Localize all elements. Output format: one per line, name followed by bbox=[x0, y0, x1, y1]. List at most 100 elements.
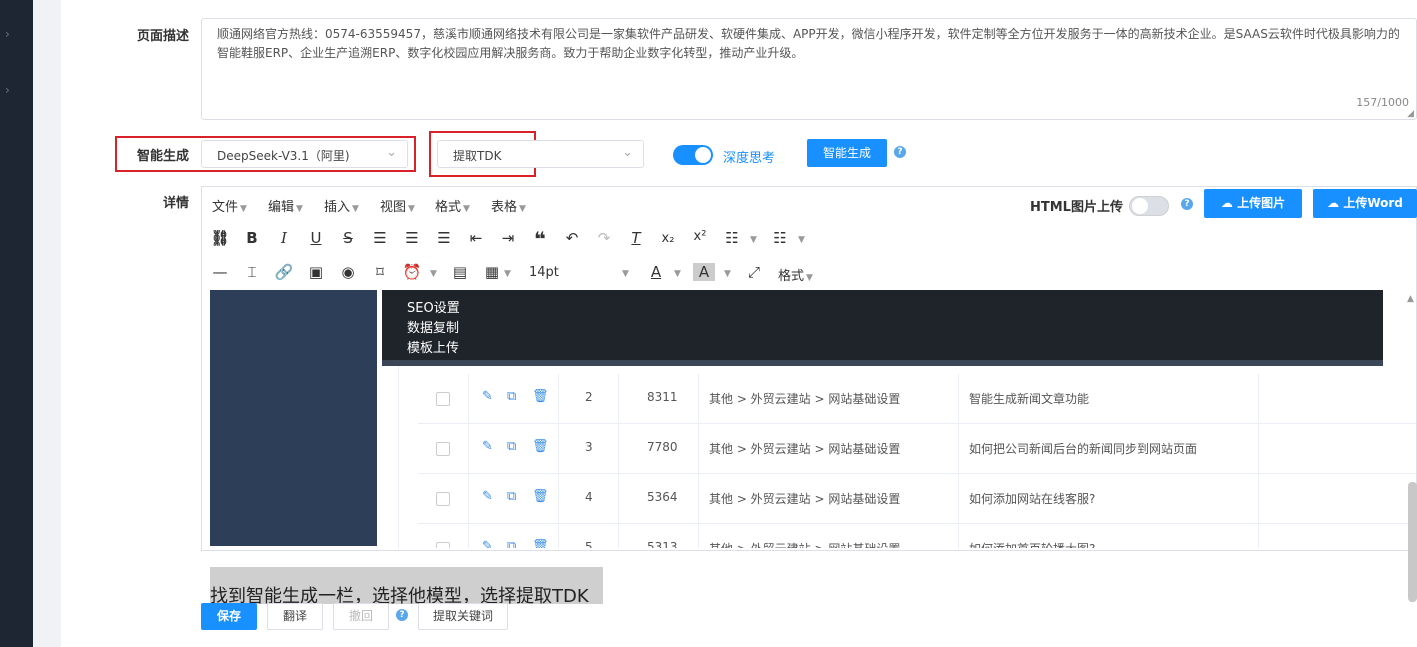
row-checkbox bbox=[436, 542, 450, 548]
menu-view[interactable]: 视图 ▼ bbox=[380, 196, 415, 215]
scroll-up-icon[interactable]: ▲ bbox=[1407, 294, 1414, 304]
row-id: 8311 bbox=[647, 390, 678, 404]
delete-icon: 🗑 bbox=[532, 539, 549, 548]
cloud-upload-icon: ☁ bbox=[1327, 196, 1340, 210]
table-row: ✎ ⧉ 🗑 5 5313 其他 > 外贸云建站 > 网站基础设置 如何添加首页轮… bbox=[418, 524, 1416, 548]
deep-think-label[interactable]: 深度思考 bbox=[723, 147, 775, 166]
row-number: 2 bbox=[585, 390, 593, 404]
help-icon[interactable]: ? bbox=[894, 146, 906, 158]
upload-image-button[interactable]: ☁ 上传图片 bbox=[1204, 189, 1302, 218]
horizontal-rule-icon[interactable]: — bbox=[209, 263, 231, 281]
menu-file[interactable]: 文件 ▼ bbox=[212, 196, 247, 215]
chevron-down-icon[interactable]: ▼ bbox=[430, 269, 437, 279]
row-category: 其他 > 外贸云建站 > 网站基础设置 bbox=[709, 392, 901, 406]
embedded-screenshot-sidebar bbox=[210, 290, 377, 546]
chevron-down-icon[interactable]: ▼ bbox=[622, 269, 629, 279]
superscript-icon[interactable]: x² bbox=[689, 229, 711, 244]
bullet-list-icon[interactable]: ☷ bbox=[721, 229, 743, 247]
desc-label: 页面描述 bbox=[136, 29, 189, 44]
blockquote-icon[interactable]: ❝ bbox=[529, 227, 551, 251]
chevron-right-icon[interactable]: › bbox=[5, 27, 10, 41]
copy-icon: ⧉ bbox=[507, 539, 517, 548]
edit-icon: ✎ bbox=[482, 489, 493, 504]
table-row: ✎ ⧉ 🗑 3 7780 其他 > 外贸云建站 > 网站基础设置 如何把公司新闻… bbox=[418, 424, 1416, 474]
task-select-value: 提取TDK bbox=[453, 149, 502, 163]
alarm-clock-icon[interactable]: ⏰ bbox=[401, 263, 423, 281]
italic-icon[interactable]: I bbox=[273, 229, 295, 247]
chevron-down-icon[interactable]: ▼ bbox=[674, 269, 681, 279]
model-select[interactable]: DeepSeek-V3.1（阿里) ⌄ bbox=[201, 140, 408, 168]
redo-icon[interactable]: ↷ bbox=[593, 229, 615, 247]
row-number: 4 bbox=[585, 490, 593, 504]
deep-think-toggle[interactable] bbox=[673, 145, 713, 165]
chevron-down-icon[interactable]: ▼ bbox=[750, 235, 757, 245]
align-right-icon[interactable]: ☰ bbox=[433, 229, 455, 247]
font-color-icon[interactable]: A bbox=[645, 263, 667, 281]
menu-insert[interactable]: 插入 ▼ bbox=[324, 196, 359, 215]
html-image-upload-toggle[interactable] bbox=[1129, 196, 1169, 216]
undo-icon[interactable]: ↶ bbox=[561, 229, 583, 247]
row-title: 智能生成新闻文章功能 bbox=[969, 392, 1090, 406]
align-center-icon[interactable]: ☰ bbox=[401, 229, 423, 247]
image-icon[interactable]: ▣ bbox=[305, 263, 327, 281]
menu-edit[interactable]: 编辑 ▼ bbox=[268, 196, 303, 215]
page-break-icon[interactable]: ⌶ bbox=[241, 263, 263, 281]
align-left-icon[interactable]: ☰ bbox=[369, 229, 391, 247]
fullscreen-icon[interactable]: ⤢ bbox=[743, 263, 765, 281]
instruction-caption[interactable]: 找到智能生成一栏，选择他模型，选择提取TDK bbox=[210, 567, 603, 607]
desc-textarea[interactable]: 顺通网络官方热线：0574-63559457，慈溪市顺通网络技术有限公司是一家集… bbox=[201, 18, 1417, 120]
upload-word-button[interactable]: ☁ 上传Word bbox=[1313, 189, 1417, 218]
clear-format-icon[interactable]: T bbox=[625, 229, 647, 247]
chevron-down-icon: ⌄ bbox=[622, 145, 633, 160]
generate-button[interactable]: 智能生成 bbox=[807, 139, 887, 167]
strikethrough-icon[interactable]: S bbox=[337, 229, 359, 247]
chevron-down-icon[interactable]: ▼ bbox=[504, 269, 511, 279]
find-replace-icon[interactable]: ⛓ bbox=[209, 229, 231, 247]
help-icon[interactable]: ? bbox=[396, 609, 408, 621]
row-id: 5364 bbox=[647, 490, 678, 504]
resize-handle-icon[interactable]: ◢ bbox=[1407, 109, 1414, 119]
save-button[interactable]: 保存 bbox=[201, 603, 257, 630]
row-id: 5313 bbox=[647, 540, 678, 548]
row-title: 如何添加网站在线客服? bbox=[969, 492, 1096, 506]
outdent-icon[interactable]: ⇤ bbox=[465, 229, 487, 247]
task-select[interactable]: 提取TDK ⌄ bbox=[437, 140, 644, 168]
page-scrollbar-thumb[interactable] bbox=[1408, 482, 1417, 602]
extract-keywords-button[interactable]: 提取关键词 bbox=[418, 603, 508, 630]
translate-button[interactable]: 翻译 bbox=[267, 603, 323, 630]
format-dropdown[interactable]: 格式 ▼ bbox=[778, 265, 813, 284]
underline-icon[interactable]: U bbox=[305, 229, 327, 247]
bookmark-icon[interactable]: ⌑ bbox=[369, 263, 391, 281]
background-color-icon[interactable]: A bbox=[693, 263, 715, 281]
revoke-button[interactable]: 撤回 bbox=[333, 603, 389, 630]
row-category: 其他 > 外贸云建站 > 网站基础设置 bbox=[709, 492, 901, 506]
link-icon[interactable]: 🔗 bbox=[273, 263, 295, 281]
desc-text[interactable]: 顺通网络官方热线：0574-63559457，慈溪市顺通网络技术有限公司是一家集… bbox=[217, 25, 1407, 63]
help-icon[interactable]: ? bbox=[1181, 198, 1193, 210]
editor-content-area[interactable]: SEO设置 数据复制 模板上传 ✎ ⧉ 🗑 2 8311 其他 > 外贸云建站 … bbox=[202, 290, 1416, 548]
left-nav-bar: › › bbox=[0, 0, 33, 647]
preview-eye-icon[interactable]: ◉ bbox=[337, 263, 359, 281]
row-id: 7780 bbox=[647, 440, 678, 454]
numbered-list-icon[interactable]: ☷ bbox=[769, 229, 791, 247]
indent-icon[interactable]: ⇥ bbox=[497, 229, 519, 247]
edit-icon: ✎ bbox=[482, 539, 493, 548]
menu-format[interactable]: 格式 ▼ bbox=[435, 196, 470, 215]
menu-table[interactable]: 表格 ▼ bbox=[491, 196, 526, 215]
table-row: ✎ ⧉ 🗑 2 8311 其他 > 外贸云建站 > 网站基础设置 智能生成新闻文… bbox=[418, 374, 1416, 424]
row-checkbox bbox=[436, 492, 450, 506]
subscript-icon[interactable]: x₂ bbox=[657, 231, 679, 246]
html-image-upload-label: HTML图片上传 bbox=[1030, 200, 1123, 215]
bold-icon[interactable]: B bbox=[241, 229, 263, 247]
menu-item-data-copy: 数据复制 bbox=[407, 321, 460, 336]
cloud-upload-icon: ☁ bbox=[1220, 196, 1233, 210]
chevron-right-icon[interactable]: › bbox=[5, 83, 10, 97]
table-icon[interactable]: ▦ bbox=[481, 263, 503, 281]
font-size-select[interactable]: 14pt bbox=[529, 265, 559, 280]
row-title: 如何把公司新闻后台的新闻同步到网站页面 bbox=[969, 442, 1198, 456]
ai-generate-label: 智能生成 bbox=[136, 149, 189, 164]
media-icon[interactable]: ▤ bbox=[449, 263, 471, 281]
delete-icon: 🗑 bbox=[532, 489, 549, 504]
chevron-down-icon[interactable]: ▼ bbox=[724, 269, 731, 279]
chevron-down-icon[interactable]: ▼ bbox=[798, 235, 805, 245]
